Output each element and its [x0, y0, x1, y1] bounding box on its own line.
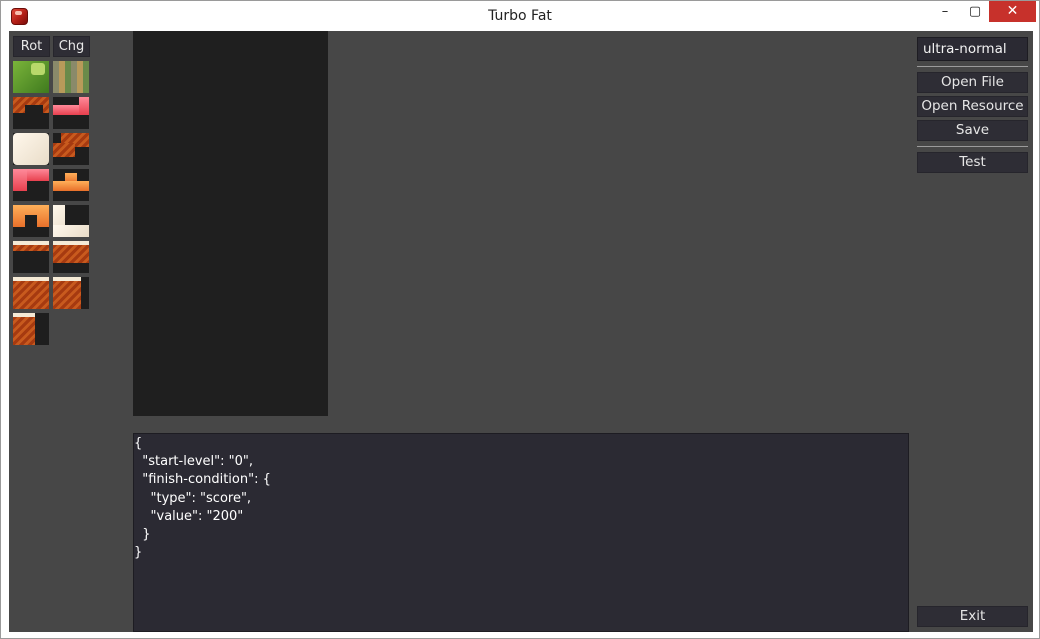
palette-tile-cake-strip[interactable]: [13, 241, 49, 273]
palette-tile-cake-bar[interactable]: [53, 241, 89, 273]
open-resource-button[interactable]: Open Resource: [917, 96, 1028, 117]
editor-line: }: [134, 545, 143, 561]
editor-line: {: [134, 436, 143, 451]
save-button[interactable]: Save: [917, 120, 1028, 141]
playfield-board[interactable]: [133, 31, 328, 416]
palette-tile-orange-t[interactable]: [53, 169, 89, 201]
level-json-editor[interactable]: { "start-level": "0", "finish-condition"…: [133, 433, 909, 632]
palette-tile-vegetable[interactable]: [13, 61, 49, 93]
close-button[interactable]: ✕: [989, 1, 1036, 22]
palette-tile-cake-tall[interactable]: [53, 277, 89, 309]
palette-tile-cream-l[interactable]: [53, 205, 89, 237]
palette-tile-pink-l[interactable]: [53, 97, 89, 129]
change-button[interactable]: Chg: [53, 36, 90, 57]
palette-tile-cake-column[interactable]: [13, 313, 49, 345]
palette-tile-mixed[interactable]: [53, 61, 89, 93]
editor-line: "type": "score",: [134, 490, 252, 506]
title-bar[interactable]: Turbo Fat – ▢ ✕: [1, 1, 1039, 31]
palette-tile-orange-u[interactable]: [13, 205, 49, 237]
rotate-button[interactable]: Rot: [13, 36, 50, 57]
palette-tile-brown-u[interactable]: [13, 97, 49, 129]
palette-tile-pink-corner[interactable]: [13, 169, 49, 201]
test-button[interactable]: Test: [917, 152, 1028, 173]
palette-tile-brown-s[interactable]: [53, 133, 89, 165]
open-file-button[interactable]: Open File: [917, 72, 1028, 93]
palette-tile-cream-block[interactable]: [13, 133, 49, 165]
editor-line: }: [134, 526, 151, 542]
maximize-button[interactable]: ▢: [961, 1, 989, 22]
level-name-input[interactable]: ultra-normal: [917, 37, 1028, 61]
exit-button[interactable]: Exit: [917, 606, 1028, 627]
palette-tile-cake-block[interactable]: [13, 277, 49, 309]
minimize-button[interactable]: –: [931, 1, 959, 22]
editor-line: "start-level": "0",: [134, 454, 253, 470]
window-title: Turbo Fat: [488, 8, 552, 24]
divider: [917, 66, 1028, 67]
editor-line: "finish-condition": {: [134, 472, 271, 488]
app-window: Turbo Fat – ▢ ✕ Rot Chg {"start-level":…: [0, 0, 1040, 639]
editor-client-area: Rot Chg {"start-level": "0", "finish-co…: [9, 31, 1033, 632]
editor-line: "value": "200": [134, 508, 244, 524]
divider: [917, 146, 1028, 147]
